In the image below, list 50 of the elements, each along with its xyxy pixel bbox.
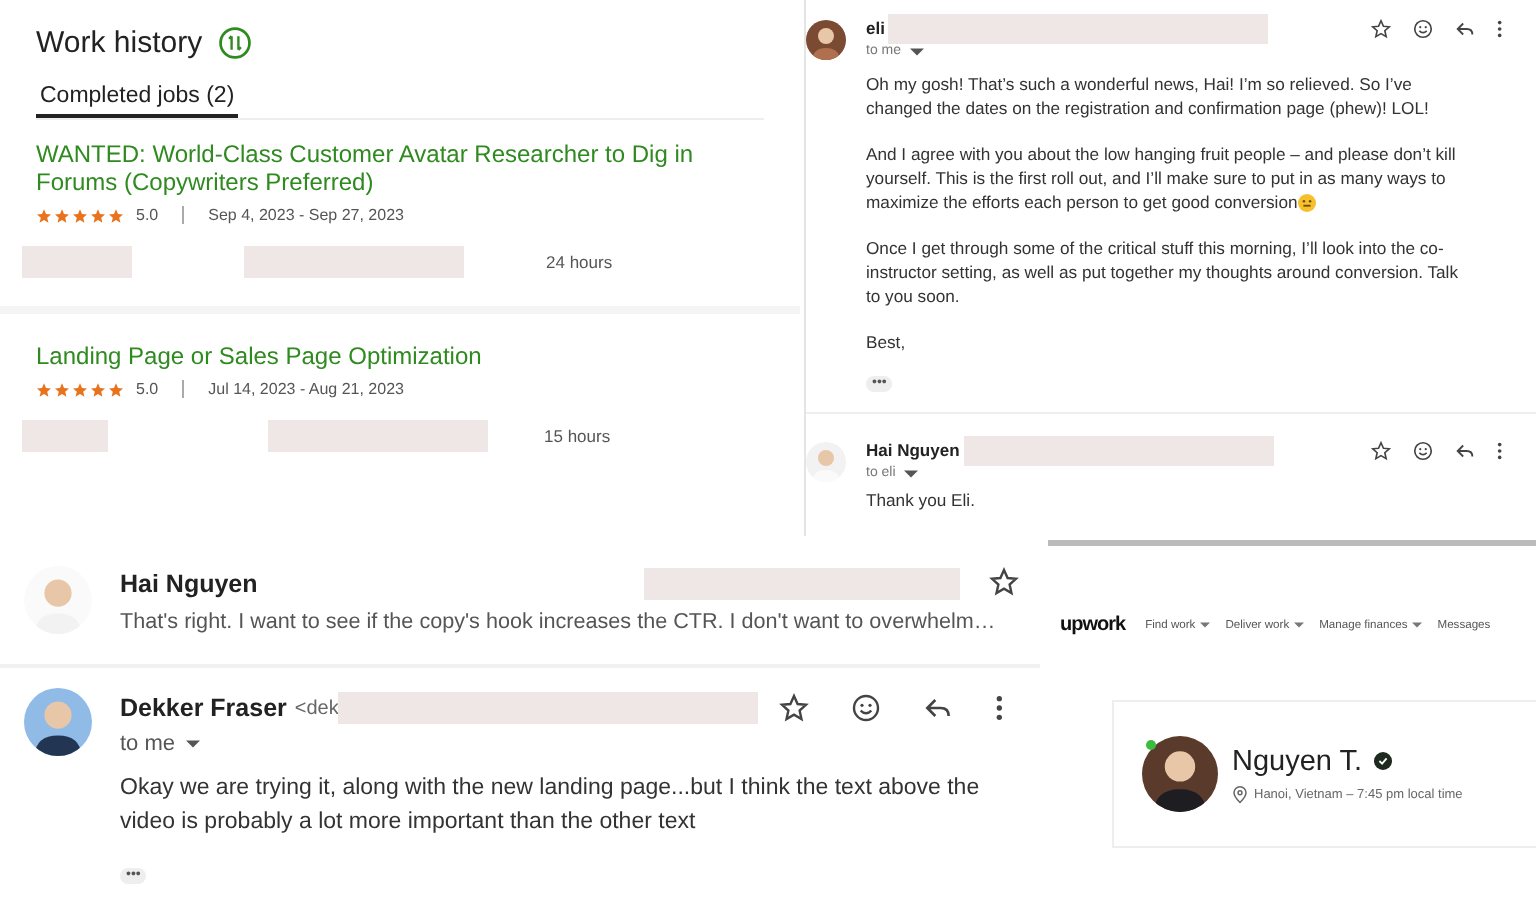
profile-name: Nguyen T. bbox=[1232, 745, 1363, 777]
caret-icon[interactable] bbox=[185, 740, 200, 748]
hours: 15 hours bbox=[544, 426, 611, 446]
emoji-icon[interactable] bbox=[1412, 439, 1435, 461]
sender-name: eli bbox=[866, 18, 885, 38]
star-icon[interactable] bbox=[777, 692, 810, 724]
redaction-bar bbox=[22, 420, 108, 452]
message-body: Okay we are trying it, along with the new landing page...but I think the text above the video is probably a lot more important than the other text bbox=[120, 774, 982, 838]
sort-icon[interactable] bbox=[218, 26, 253, 60]
recipient-label: to me bbox=[120, 732, 176, 756]
caret-icon[interactable] bbox=[903, 469, 918, 477]
redaction-bar bbox=[22, 246, 132, 278]
more-icon[interactable] bbox=[1496, 439, 1504, 461]
star-icon[interactable] bbox=[1370, 439, 1393, 461]
tab[interactable]: Completed jobs (2) bbox=[36, 84, 239, 118]
date-range: Jul 14, 2023 - Aug 21, 2023 bbox=[208, 380, 404, 398]
date-range: Sep 4, 2023 - Sep 27, 2023 bbox=[208, 206, 404, 224]
message-paragraph: Best, bbox=[866, 330, 908, 354]
message-paragraph: Once I get through some of the critical stuff this morning, I’ll look into the co-instructor setting, as well as put together my thoughts around conversion. Talk to you soon. bbox=[866, 236, 1461, 308]
star-icon[interactable] bbox=[1370, 17, 1393, 39]
avatar bbox=[1142, 736, 1218, 812]
sender-name: Hai Nguyen bbox=[120, 570, 258, 598]
caret-icon[interactable] bbox=[909, 47, 924, 55]
sender-address: <dek bbox=[294, 697, 339, 719]
emoji-icon[interactable] bbox=[849, 692, 882, 724]
caret-icon[interactable] bbox=[1411, 622, 1422, 628]
sender-name: Hai Nguyen bbox=[866, 440, 960, 460]
logo[interactable]: upwork bbox=[1060, 614, 1126, 636]
more-icon[interactable] bbox=[1496, 17, 1504, 39]
reply-icon[interactable] bbox=[1454, 17, 1477, 39]
location-pin-icon bbox=[1232, 785, 1248, 803]
avatar bbox=[806, 20, 846, 60]
section-title: Work history bbox=[36, 26, 203, 60]
more-icon[interactable] bbox=[993, 692, 1004, 724]
message-paragraph: Thank you Eli. bbox=[866, 488, 977, 512]
job-title-link[interactable]: WANTED: World-Class Customer Avatar Researcher to Dig in Forums (Copywriters Preferred) bbox=[36, 140, 764, 196]
caret-icon[interactable] bbox=[1293, 622, 1304, 628]
rating: 5.0 bbox=[136, 206, 159, 224]
emoji-icon[interactable] bbox=[1412, 17, 1435, 39]
hours: 24 hours bbox=[546, 252, 613, 272]
avatar bbox=[24, 688, 92, 756]
message-paragraph: And I agree with you about the low hanging fruit people – and please don’t kill yourself. This is the first roll out, and I’ll make sure to put in as many ways to maximize the efforts each person to get good conversion bbox=[866, 142, 1458, 214]
message-paragraph: Oh my gosh! That’s such a wonderful news, Hai! I’m so relieved. So I’ve changed the dates on the registration and confirmation page (phew)! LOL! bbox=[866, 72, 1431, 120]
job-title-link[interactable]: Landing Page or Sales Page Optimization bbox=[36, 342, 764, 370]
star-icon[interactable] bbox=[988, 565, 1020, 597]
rating: 5.0 bbox=[136, 380, 159, 398]
caret-icon[interactable] bbox=[1199, 622, 1210, 628]
message-snippet: That's right. I want to see if the copy's hook increases the CTR. I don't want to overwhelm… bbox=[120, 607, 996, 635]
sender-name: Dekker Fraser bbox=[120, 694, 287, 722]
reply-icon[interactable] bbox=[1454, 439, 1477, 461]
